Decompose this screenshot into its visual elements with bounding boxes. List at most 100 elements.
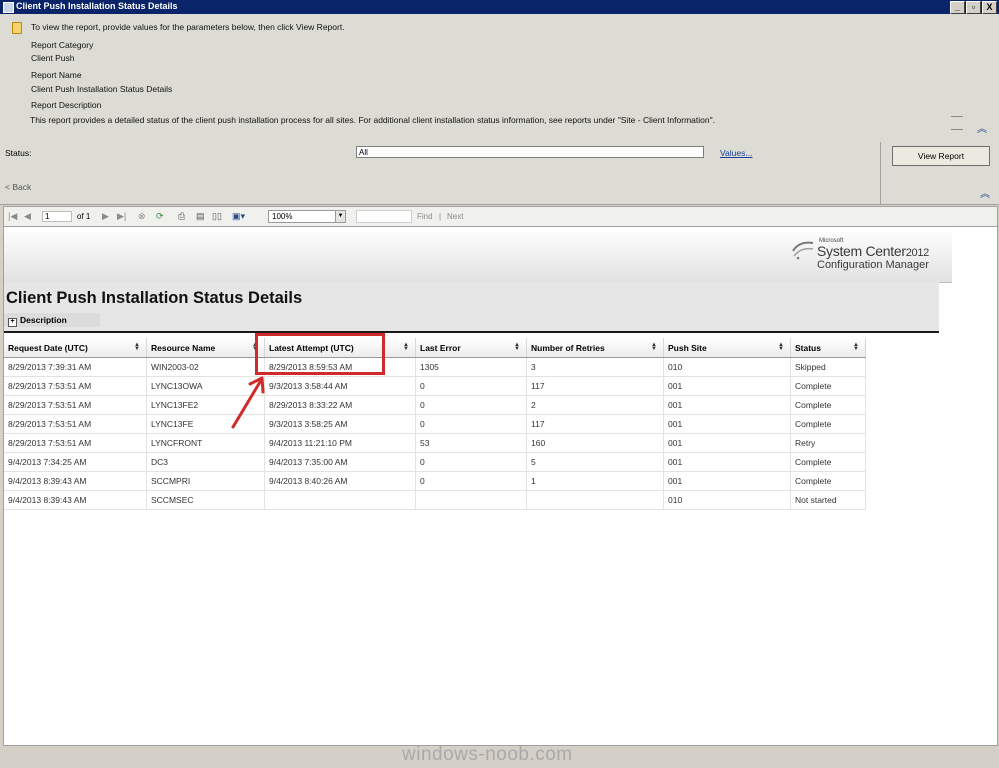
table-cell: 9/4/2013 7:34:25 AM [4,452,147,472]
back-link[interactable]: < Back [5,182,31,192]
instruction-text: To view the report, provide values for t… [31,22,345,32]
collapse-params-icon[interactable]: ︽ [980,185,990,200]
table-row: 9/4/2013 8:39:43 AM SCCMPRI 9/4/2013 8:40:… [4,471,866,491]
product-title: System Center [817,243,906,259]
table-cell: 0 [415,414,527,434]
system-center-logo-icon [792,241,814,260]
category-label: Report Category [31,40,94,50]
report-app-icon [3,2,14,13]
collapse-info-icon[interactable]: ︽ [977,120,987,135]
table-cell: 001 [663,433,791,453]
column-header-retries[interactable]: Number of Retries ▲ ▼ [526,338,664,358]
chevron-down-icon[interactable]: ▼ [335,211,345,222]
parameter-area: Status: Values... < Back [0,142,880,205]
table-cell: SCCMPRI [146,471,265,491]
column-header-resource-name[interactable]: Resource Name ▲ ▼ [146,338,265,358]
annotation-highlight-box [255,333,385,375]
find-button[interactable]: Find [417,212,433,221]
description-toggle[interactable]: + Description [8,315,67,327]
minimize-icon[interactable]: _ [950,1,965,14]
table-cell: SCCMSEC [146,490,265,510]
restore-icon[interactable]: ▫ [966,1,981,14]
expand-plus-icon[interactable]: + [8,318,17,327]
table-cell: 8/29/2013 8:33:22 AM [264,395,416,415]
description-toggle-label: Description [20,315,67,325]
table-cell: 0 [415,376,527,396]
table-cell: Complete [790,471,866,491]
table-cell: LYNCFRONT [146,433,265,453]
report-title: Client Push Installation Status Details [6,289,303,307]
report-description-label: Report Description [31,100,102,110]
table-cell: 160 [526,433,664,453]
report-banner: Microsoft System Center2012 Configuratio… [4,227,952,283]
page-setup-icon[interactable]: ▯▯ [212,212,222,221]
window-title: Client Push Installation Status Details [16,1,178,11]
view-report-button[interactable]: View Report [892,146,990,166]
print-layout-icon[interactable]: ▤ [196,212,205,221]
report-description-value: This report provides a detailed status o… [30,115,715,125]
report-info-panel: To view the report, provide values for t… [0,14,999,143]
table-cell: Complete [790,395,866,415]
column-header-last-error[interactable]: Last Error ▲ ▼ [415,338,527,358]
sort-icon[interactable]: ▲ ▼ [403,342,409,352]
table-row: 8/29/2013 7:39:31 AM WIN2003-02 8/29/2013 … [4,357,866,377]
table-cell: 8/29/2013 7:53:51 AM [4,414,147,434]
next-page-icon[interactable]: ▶ [102,212,109,221]
toolbar-separator: | [439,212,442,221]
sort-icon[interactable]: ▲ ▼ [853,342,859,352]
table-cell [264,490,416,510]
values-link[interactable]: Values... [720,148,752,158]
column-header-request-date[interactable]: Request Date (UTC) ▲ ▼ [4,338,147,358]
column-header-push-site[interactable]: Push Site ▲ ▼ [663,338,791,358]
status-input[interactable] [356,146,704,158]
table-cell: Complete [790,452,866,472]
table-row: 8/29/2013 7:53:51 AM LYNCFRONT 9/4/2013 11… [4,433,866,453]
watermark-text: windows-noob.com [402,744,573,765]
zoom-value: 100% [272,212,293,221]
last-page-icon[interactable]: ▶| [117,212,126,221]
first-page-icon[interactable]: |◀ [8,212,17,221]
zoom-select[interactable]: 100% ▼ [268,210,346,223]
table-cell: Skipped [790,357,866,377]
table-cell: Complete [790,376,866,396]
sort-icon[interactable]: ▲ ▼ [514,342,520,352]
table-cell: 8/29/2013 7:53:51 AM [4,433,147,453]
status-table: Request Date (UTC) ▲ ▼ Resource Name ▲ ▼ Lat… [4,338,866,510]
table-row: 9/4/2013 8:39:43 AM SCCMSEC 010 Not started [4,490,866,510]
sort-icon[interactable]: ▲ ▼ [778,342,784,352]
table-cell: 0 [415,395,527,415]
close-icon[interactable]: X [982,1,997,14]
table-cell: 9/4/2013 8:40:26 AM [264,471,416,491]
table-cell: 9/4/2013 11:21:10 PM [264,433,416,453]
splitter-grip-icon[interactable] [951,116,963,130]
table-cell: 2 [526,395,664,415]
table-cell: 9/3/2013 3:58:44 AM [264,376,416,396]
table-cell: 3 [526,357,664,377]
page-number-input[interactable] [42,211,72,222]
report-viewer: Microsoft System Center2012 Configuratio… [3,226,998,746]
table-row: 8/29/2013 7:53:51 AM LYNC13FE2 8/29/2013 8… [4,395,866,415]
stop-icon[interactable]: ⊗ [138,212,146,221]
find-next-button[interactable]: Next [447,212,463,221]
table-cell: 9/4/2013 8:39:43 AM [4,490,147,510]
table-cell: 53 [415,433,527,453]
find-input[interactable] [356,210,412,223]
refresh-icon[interactable]: ⟳ [156,212,164,221]
table-cell: 8/29/2013 7:39:31 AM [4,357,147,377]
table-cell: 001 [663,414,791,434]
sort-icon[interactable]: ▲ ▼ [134,342,140,352]
table-cell: 9/4/2013 8:39:43 AM [4,471,147,491]
column-header-status[interactable]: Status ▲ ▼ [790,338,866,358]
sort-icon[interactable]: ▲ ▼ [651,342,657,352]
previous-page-icon[interactable]: ◀ [24,212,31,221]
page-count: of 1 [77,212,91,221]
table-cell: 001 [663,395,791,415]
table-cell: 117 [526,376,664,396]
window-controls: _ ▫ X [950,1,997,14]
export-icon[interactable]: ▣▾ [232,212,245,221]
print-icon[interactable]: ⎙ [178,212,185,221]
status-label: Status: [5,148,32,158]
window-title-bar: Client Push Installation Status Details … [0,0,999,14]
table-cell: 9/3/2013 3:58:25 AM [264,414,416,434]
product-year: 2012 [905,247,930,259]
